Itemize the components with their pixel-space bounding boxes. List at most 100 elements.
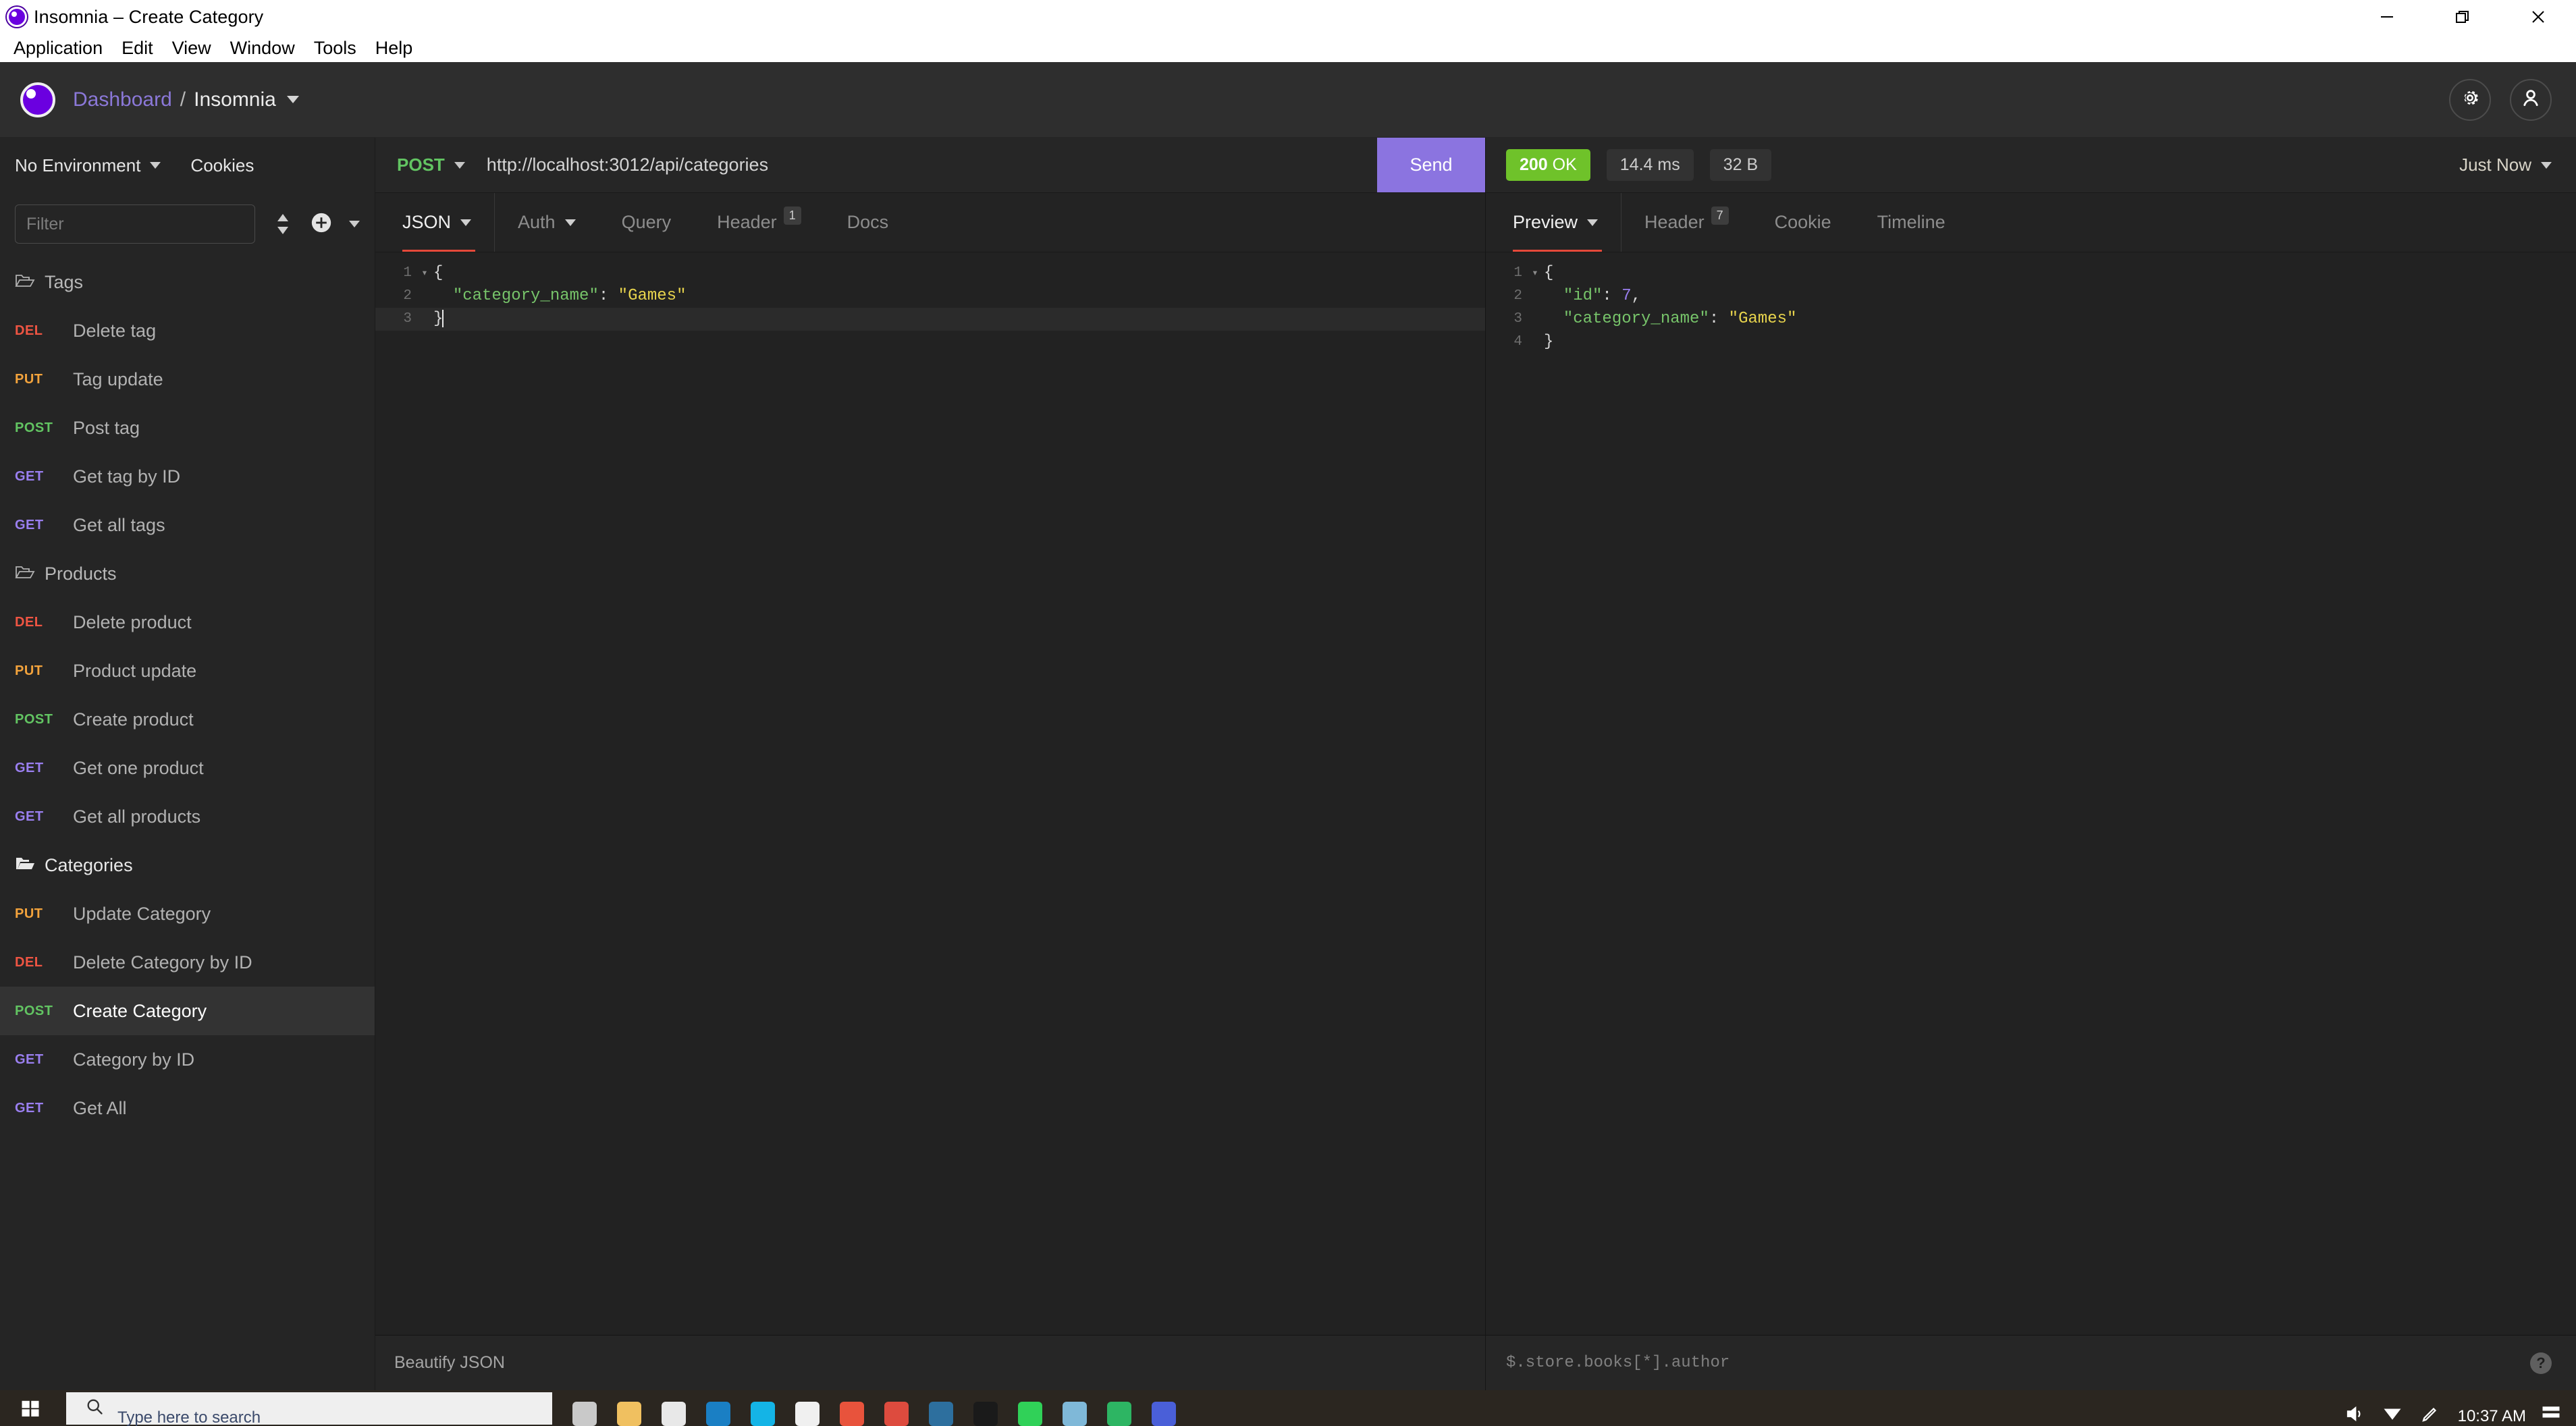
menu-help[interactable]: Help: [366, 34, 423, 62]
pen-icon[interactable]: [2420, 1404, 2443, 1426]
breadcrumb-workspace[interactable]: Insomnia: [194, 88, 276, 111]
folder-tags[interactable]: Tags: [0, 258, 375, 306]
insomnia-logo-icon: [20, 82, 55, 117]
taskbar-app-icon[interactable]: [655, 1390, 693, 1426]
account-button[interactable]: [2510, 79, 2552, 121]
menu-edit[interactable]: Edit: [112, 34, 163, 62]
request-item[interactable]: DEL Delete tag: [0, 306, 375, 355]
http-method-selector[interactable]: POST: [375, 138, 480, 192]
taskbar-app-icon[interactable]: [878, 1390, 915, 1426]
help-icon[interactable]: ?: [2530, 1352, 2552, 1374]
sort-updown-icon[interactable]: [267, 209, 298, 240]
menubar: Application Edit View Window Tools Help: [0, 34, 2576, 62]
settings-button[interactable]: [2449, 79, 2491, 121]
chevron-down-icon[interactable]: [287, 96, 299, 103]
line-number: 2: [1495, 285, 1526, 308]
taskbar-app-icon[interactable]: [699, 1390, 737, 1426]
request-item[interactable]: GET Get all products: [0, 792, 375, 841]
request-name: Delete Category by ID: [73, 952, 252, 973]
environment-selector[interactable]: No Environment: [15, 155, 161, 176]
request-item[interactable]: POST Create product: [0, 695, 375, 744]
filter-input[interactable]: [15, 204, 255, 244]
request-item[interactable]: PUT Product update: [0, 647, 375, 695]
app-icon: [7, 7, 27, 27]
beautify-json-button[interactable]: Beautify JSON: [394, 1353, 505, 1373]
chevron-down-icon: [1587, 219, 1598, 226]
menu-application[interactable]: Application: [4, 34, 112, 62]
method-badge: POST: [15, 712, 73, 728]
request-item[interactable]: PUT Tag update: [0, 355, 375, 404]
folder-categories[interactable]: Categories: [0, 841, 375, 889]
taskbar-app-icon[interactable]: [1056, 1390, 1094, 1426]
tab-query[interactable]: Query: [599, 193, 695, 252]
response-body-viewer[interactable]: 1▾{2 "id": 7,3 "category_name": "Games"4…: [1486, 252, 2576, 1335]
menu-view[interactable]: View: [163, 34, 221, 62]
taskbar-app-icon[interactable]: [744, 1390, 782, 1426]
menu-tools[interactable]: Tools: [304, 34, 366, 62]
response-size[interactable]: 32 B: [1710, 149, 1771, 181]
request-item[interactable]: POST Post tag: [0, 404, 375, 452]
taskbar-app-icon[interactable]: [1145, 1390, 1183, 1426]
jsonpath-filter-input[interactable]: [1506, 1354, 2530, 1372]
response-time[interactable]: 14.4 ms: [1607, 149, 1694, 181]
taskbar-app-icon[interactable]: [922, 1390, 960, 1426]
breadcrumb-dashboard[interactable]: Dashboard: [73, 88, 172, 111]
request-item[interactable]: PUT Update Category: [0, 889, 375, 938]
request-item[interactable]: GET Get All: [0, 1084, 375, 1132]
request-item[interactable]: GET Get one product: [0, 744, 375, 792]
request-item[interactable]: GET Category by ID: [0, 1035, 375, 1084]
status-badge[interactable]: 200 OK: [1506, 149, 1590, 181]
url-bar: POST Send: [375, 138, 1485, 193]
cookies-button[interactable]: Cookies: [190, 155, 254, 176]
taskbar-app-icon[interactable]: [610, 1390, 648, 1426]
taskbar-app-icon[interactable]: [1011, 1390, 1049, 1426]
request-name: Create product: [73, 709, 194, 730]
tab-json[interactable]: JSON: [375, 193, 495, 252]
taskbar-clock[interactable]: 10:37 AM: [2458, 1408, 2526, 1425]
tab-docs[interactable]: Docs: [824, 193, 912, 252]
tab-label: Query: [622, 212, 672, 233]
request-body-editor[interactable]: 1▾{2 "category_name": "Games"3}: [375, 252, 1485, 1335]
request-item[interactable]: GET Get all tags: [0, 501, 375, 549]
network-icon[interactable]: [2382, 1404, 2405, 1426]
close-button[interactable]: [2500, 0, 2576, 34]
tab-preview[interactable]: Preview: [1486, 193, 1621, 252]
taskbar-search[interactable]: Type here to search: [66, 1392, 552, 1425]
restore-button[interactable]: [2425, 0, 2500, 34]
line-number: 2: [385, 285, 416, 308]
request-item-create-category[interactable]: POST Create Category: [0, 987, 375, 1035]
tab-response-header[interactable]: Header 7: [1621, 193, 1752, 252]
notifications-icon[interactable]: [2541, 1404, 2564, 1426]
fold-toggle-icon[interactable]: ▾: [416, 262, 433, 285]
folder-products[interactable]: Products: [0, 549, 375, 598]
method-badge: GET: [15, 1052, 73, 1068]
volume-icon[interactable]: [2344, 1404, 2367, 1426]
request-item[interactable]: GET Get tag by ID: [0, 452, 375, 501]
menu-window[interactable]: Window: [221, 34, 304, 62]
tab-timeline[interactable]: Timeline: [1854, 193, 1968, 252]
taskbar-app-icon[interactable]: [788, 1390, 826, 1426]
method-badge: GET: [15, 761, 73, 776]
breadcrumb[interactable]: Dashboard / Insomnia: [73, 88, 299, 111]
request-name: Post tag: [73, 418, 140, 439]
taskbar-app-icon[interactable]: [1100, 1390, 1138, 1426]
tab-header[interactable]: Header 1: [694, 193, 824, 252]
tab-auth[interactable]: Auth: [495, 193, 599, 252]
tab-cookie[interactable]: Cookie: [1752, 193, 1854, 252]
add-request-button[interactable]: [310, 211, 360, 238]
windows-start-icon[interactable]: [0, 1390, 61, 1426]
app-header: Dashboard / Insomnia: [0, 62, 2576, 138]
minimize-button[interactable]: [2349, 0, 2425, 34]
taskbar-app-icon[interactable]: [833, 1390, 871, 1426]
url-input[interactable]: [480, 138, 1377, 192]
response-history-selector[interactable]: Just Now: [2459, 155, 2552, 175]
taskbar-app-icon[interactable]: [566, 1390, 603, 1426]
method-badge: GET: [15, 1101, 73, 1116]
send-button[interactable]: Send: [1377, 138, 1485, 192]
search-placeholder: Type here to search: [117, 1408, 261, 1426]
request-item[interactable]: DEL Delete product: [0, 598, 375, 647]
request-item[interactable]: DEL Delete Category by ID: [0, 938, 375, 987]
fold-toggle-icon[interactable]: ▾: [1526, 262, 1544, 285]
request-name: Get all products: [73, 806, 200, 827]
taskbar-app-icon[interactable]: [967, 1390, 1004, 1426]
